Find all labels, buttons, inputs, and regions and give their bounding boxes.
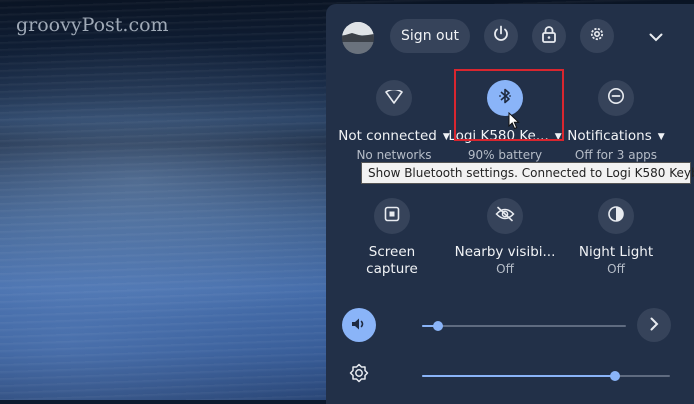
tile-screen-capture-label: Screen capture	[366, 244, 418, 277]
night-light-icon	[607, 205, 625, 227]
tile-night-light-label: Night Light	[578, 244, 654, 260]
quick-settings-header: Sign out	[326, 4, 694, 68]
wifi-icon	[385, 88, 403, 108]
brightness-button	[342, 358, 376, 392]
lock-button[interactable]	[532, 19, 566, 53]
watermark: groovyPost.com	[16, 14, 169, 36]
power-button[interactable]	[484, 19, 518, 53]
brightness-row	[342, 358, 682, 394]
network-toggle[interactable]	[376, 80, 412, 116]
tile-network[interactable]: Not connected ▼ No networks	[334, 80, 454, 162]
audio-settings-button[interactable]	[637, 308, 671, 342]
collapse-button[interactable]	[644, 24, 668, 48]
screen-capture-toggle[interactable]	[374, 198, 410, 234]
settings-button[interactable]	[580, 19, 614, 53]
screen-capture-icon	[384, 206, 400, 226]
lock-icon	[541, 25, 557, 47]
brightness-slider-fill	[422, 375, 616, 377]
tile-screen-capture[interactable]: Screen capture	[332, 198, 452, 278]
chevron-down-icon	[649, 27, 663, 46]
chevron-right-icon	[650, 316, 659, 335]
night-light-toggle[interactable]	[598, 198, 634, 234]
notifications-toggle[interactable]	[598, 80, 634, 116]
tile-nearby-visibility-label: Nearby visibi...	[454, 244, 556, 260]
tile-notifications-label[interactable]: Notifications ▼	[556, 128, 676, 144]
mouse-cursor-icon	[508, 111, 520, 134]
eye-off-icon	[495, 206, 515, 226]
tile-network-label[interactable]: Not connected ▼	[334, 128, 454, 144]
tile-network-status: No networks	[356, 148, 432, 162]
tile-nearby-visibility-status: Off	[496, 262, 514, 276]
quick-settings-panel: Sign out Not connected ▼ No networks Log…	[326, 4, 694, 404]
volume-icon	[351, 316, 367, 335]
volume-slider[interactable]	[422, 325, 626, 327]
volume-row	[342, 308, 682, 344]
brightness-slider-handle[interactable]	[610, 371, 621, 381]
bluetooth-tooltip: Show Bluetooth settings. Connected to Lo…	[361, 162, 694, 184]
volume-slider-handle[interactable]	[433, 321, 444, 331]
do-not-disturb-icon	[607, 87, 625, 109]
tile-notifications[interactable]: Notifications ▼ Off for 3 apps	[556, 80, 676, 162]
sign-out-button[interactable]: Sign out	[390, 19, 470, 53]
tile-notifications-status: Off for 3 apps	[574, 148, 658, 162]
avatar[interactable]	[342, 22, 374, 54]
tile-night-light-status: Off	[607, 262, 625, 276]
caret-down-icon: ▼	[657, 132, 665, 142]
mute-button[interactable]	[342, 308, 376, 342]
tile-bluetooth-status: 90% battery	[467, 148, 543, 162]
gear-icon	[588, 25, 606, 47]
nearby-visibility-toggle[interactable]	[487, 198, 523, 234]
power-icon	[492, 25, 510, 47]
tile-nearby-visibility[interactable]: Nearby visibi... Off	[445, 198, 565, 276]
tile-night-light[interactable]: Night Light Off	[556, 198, 676, 276]
brightness-icon	[349, 363, 369, 387]
